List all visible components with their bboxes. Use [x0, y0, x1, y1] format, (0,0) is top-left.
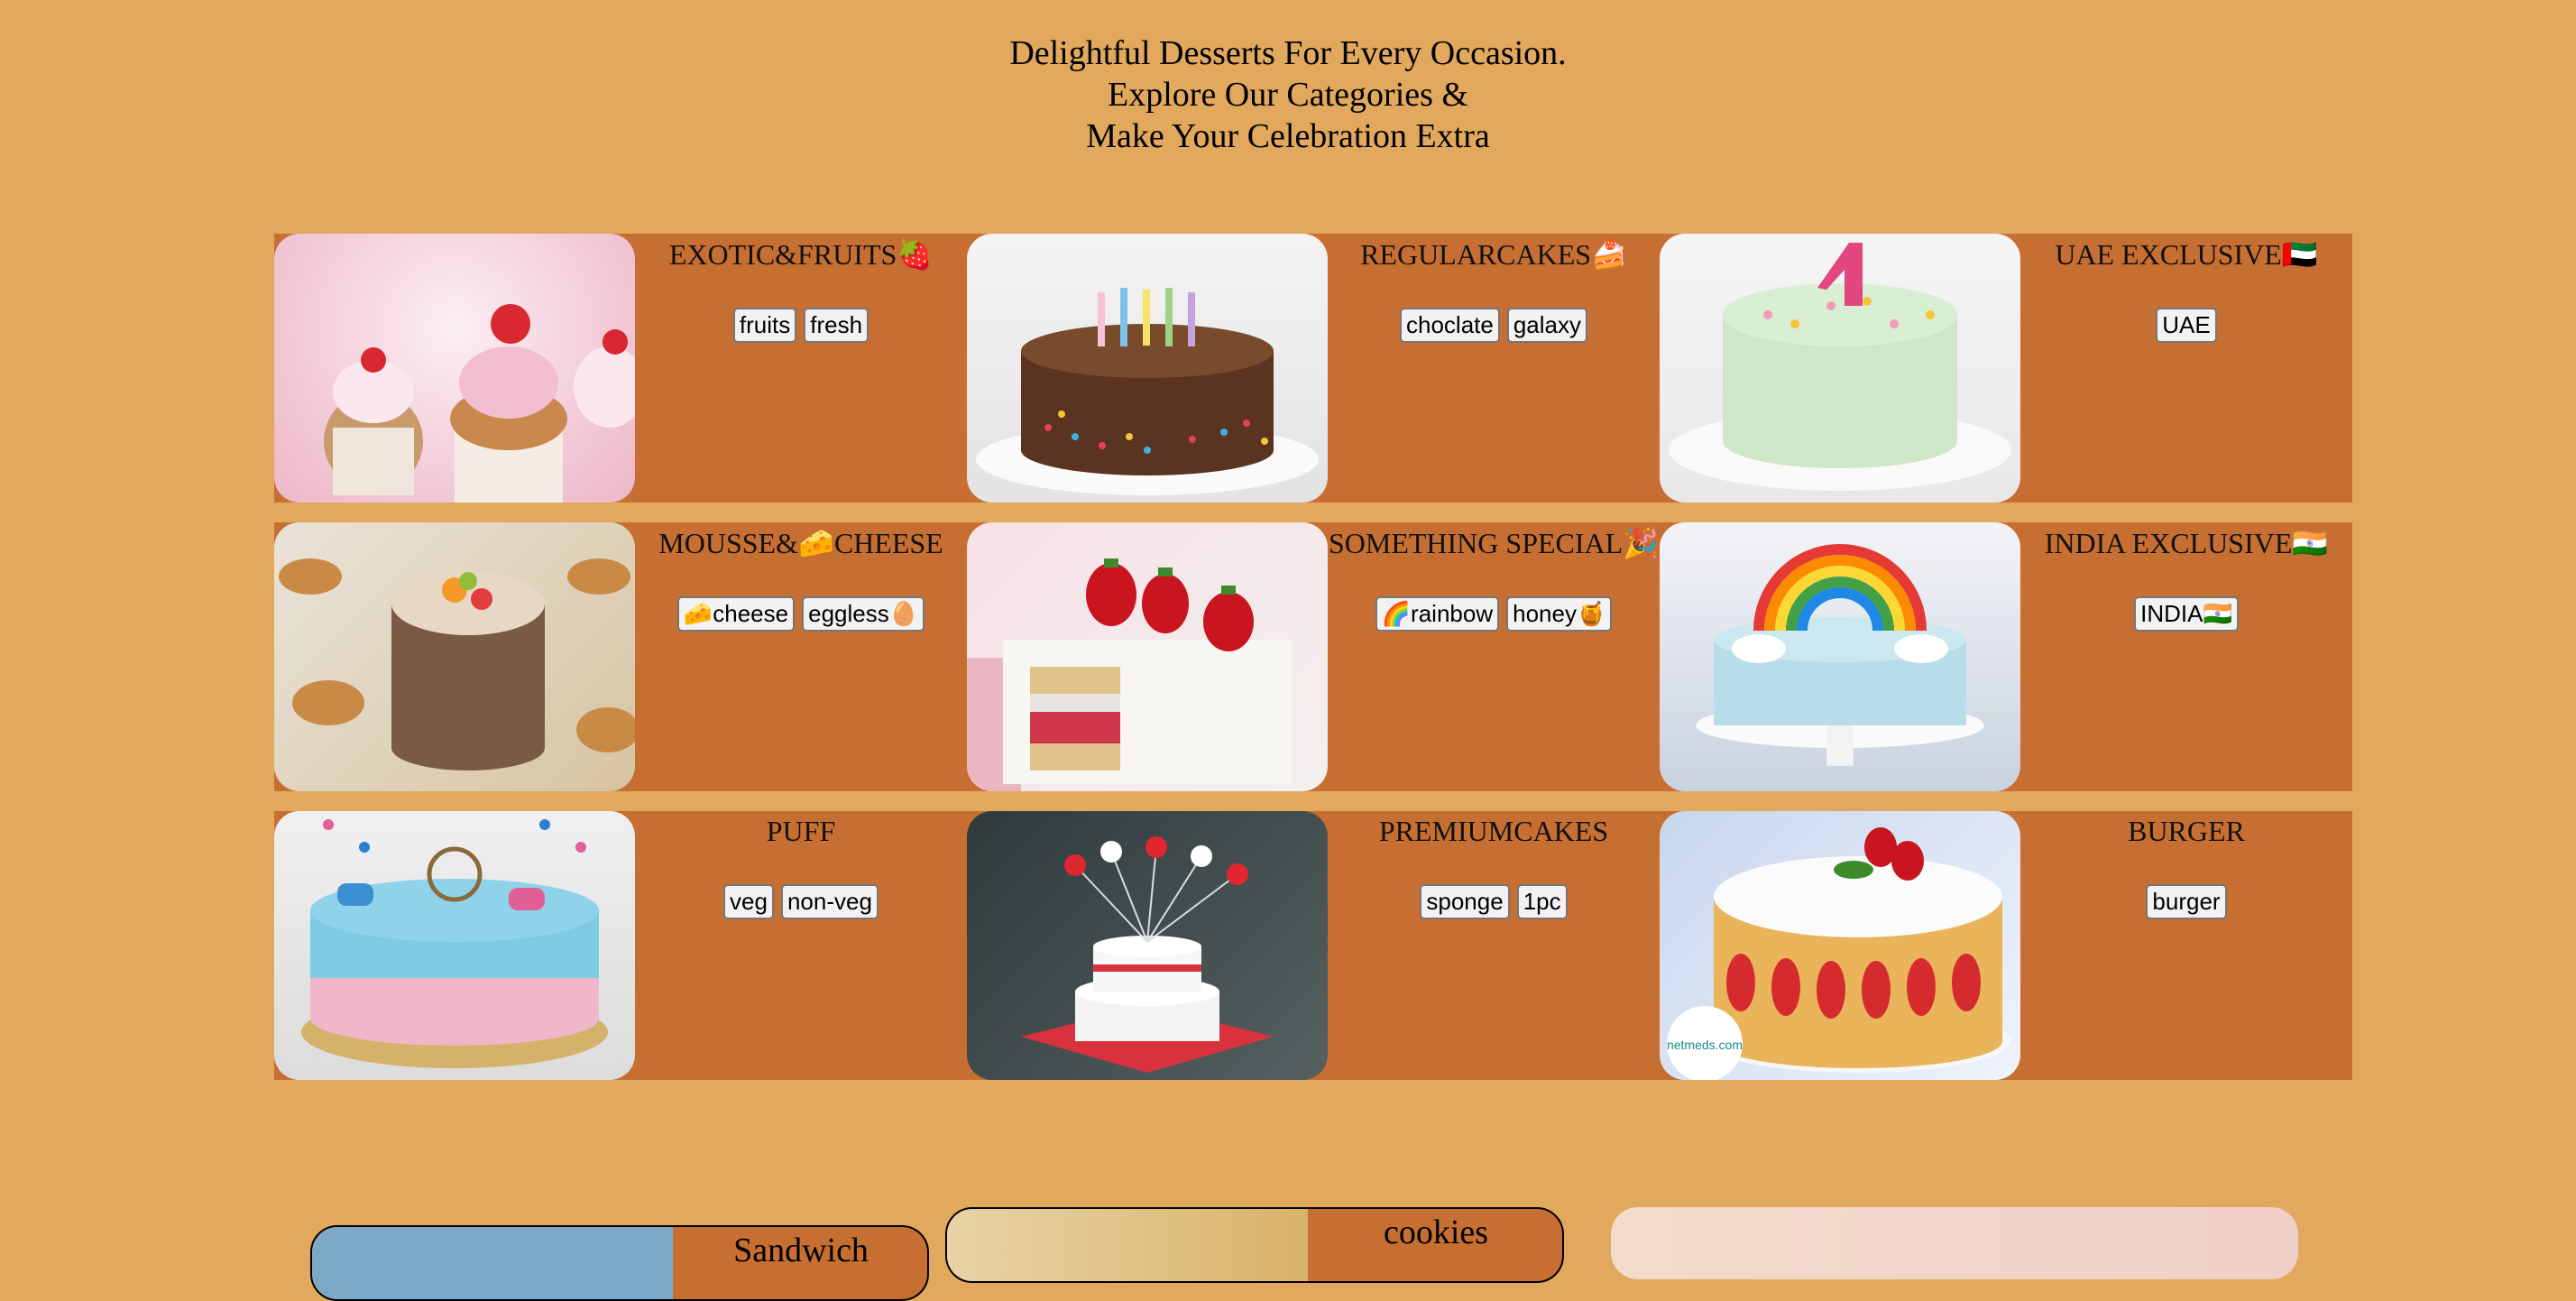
hero-line-2: Explore Our Categories & — [1108, 76, 1468, 114]
tag-button-galaxy[interactable]: galaxy — [1506, 308, 1587, 343]
hero-heading: Delightful Desserts For Every Occasion. … — [0, 32, 2576, 157]
category-info: SOMETHING SPECIAL🎉 🌈rainbow honey🍯 — [1328, 522, 1660, 791]
category-title: PREMIUMCAKES — [1378, 815, 1609, 847]
cookies-image — [947, 1209, 1308, 1281]
category-info: PREMIUMCAKES sponge 1pc — [1328, 811, 1660, 1080]
pastry-platter-image — [274, 522, 635, 791]
product-card-cookies[interactable]: cookies — [945, 1207, 1564, 1283]
category-grid: EXOTIC&FRUITS🍓 fruits fresh REGULARCAKES… — [274, 234, 2352, 1100]
tag-button-rainbow[interactable]: 🌈rainbow — [1375, 596, 1500, 632]
category-card-premium-cakes[interactable]: PREMIUMCAKES sponge 1pc — [967, 811, 1660, 1080]
category-info: MOUSSE&🧀CHEESE 🧀cheese eggless🥚 — [635, 522, 967, 791]
sandwich-image — [312, 1227, 673, 1299]
hero-line-1: Delightful Desserts For Every Occasion. — [1009, 34, 1567, 72]
tag-button-non-veg[interactable]: non-veg — [780, 884, 879, 919]
category-card-regular-cakes[interactable]: REGULARCAKES🍰 choclate galaxy — [967, 234, 1660, 503]
product-card-third[interactable] — [1611, 1207, 2298, 1279]
chocolate-cake-image — [967, 234, 1328, 503]
category-info: INDIA EXCLUSIVE🇮🇳 INDIA🇮🇳 — [2020, 522, 2352, 791]
tag-button-eggless[interactable]: eggless🥚 — [802, 596, 925, 632]
category-card-burger[interactable]: netmeds.com BURGER burger — [1660, 811, 2352, 1080]
heart-cake-image — [967, 811, 1328, 1080]
category-card-exotic-fruits[interactable]: EXOTIC&FRUITS🍓 fruits fresh — [274, 234, 967, 503]
category-row: PUFF veg non-veg PREMIUMCAKES sponge 1pc… — [274, 811, 2352, 1080]
product-card-title: Sandwich — [733, 1232, 869, 1269]
category-info: BURGER burger — [2020, 811, 2352, 1080]
hero-line-3: Make Your Celebration Extra — [1086, 117, 1490, 155]
tag-button-burger[interactable]: burger — [2146, 884, 2227, 919]
tag-button-uae[interactable]: UAE — [2156, 308, 2217, 343]
tag-button-sponge[interactable]: sponge — [1420, 884, 1510, 919]
product-card-sandwich[interactable]: Sandwich — [310, 1225, 929, 1301]
category-card-india-exclusive[interactable]: INDIA EXCLUSIVE🇮🇳 INDIA🇮🇳 — [1660, 522, 2352, 791]
category-info: EXOTIC&FRUITS🍓 fruits fresh — [635, 234, 967, 503]
tag-button-choclate[interactable]: choclate — [1400, 308, 1500, 343]
category-title: EXOTIC&FRUITS🍓 — [668, 238, 934, 271]
category-title: INDIA EXCLUSIVE🇮🇳 — [2044, 527, 2329, 559]
tag-button-1pc[interactable]: 1pc — [1516, 884, 1568, 919]
category-title: MOUSSE&🧀CHEESE — [658, 527, 943, 559]
category-card-puff[interactable]: PUFF veg non-veg — [274, 811, 967, 1080]
category-title: SOMETHING SPECIAL🎉 — [1328, 527, 1660, 559]
category-info: UAE EXCLUSIVE🇦🇪 UAE — [2020, 234, 2352, 503]
netmeds-logo: netmeds.com — [1667, 1038, 1743, 1052]
tag-button-honey[interactable]: honey🍯 — [1506, 596, 1613, 632]
category-card-mousse-cheese[interactable]: MOUSSE&🧀CHEESE 🧀cheese eggless🥚 — [274, 522, 967, 791]
cupcakes-image — [274, 234, 635, 503]
tag-button-fruits[interactable]: fruits — [732, 308, 797, 343]
tag-button-cheese[interactable]: 🧀cheese — [676, 596, 796, 632]
product-card-title: cookies — [1383, 1213, 1489, 1251]
strawberry-sponge-cake-image: netmeds.com — [1660, 811, 2020, 1080]
category-info: PUFF veg non-veg — [635, 811, 967, 1080]
baby-shower-cake-image — [274, 811, 635, 1080]
strawberry-cake-image — [967, 522, 1328, 791]
category-row: EXOTIC&FRUITS🍓 fruits fresh REGULARCAKES… — [274, 234, 2352, 503]
tag-button-fresh[interactable]: fresh — [804, 308, 869, 343]
category-title: PUFF — [766, 815, 836, 847]
category-title: REGULARCAKES🍰 — [1360, 238, 1627, 271]
birthday-cake-image — [1660, 234, 2020, 503]
rainbow-cake-image — [1660, 522, 2020, 791]
category-row: MOUSSE&🧀CHEESE 🧀cheese eggless🥚 SOMETHIN… — [274, 522, 2352, 791]
category-title: UAE EXCLUSIVE🇦🇪 — [2055, 238, 2318, 271]
tag-button-india[interactable]: INDIA🇮🇳 — [2134, 596, 2239, 632]
category-card-uae-exclusive[interactable]: UAE EXCLUSIVE🇦🇪 UAE — [1660, 234, 2352, 503]
category-title: BURGER — [2128, 815, 2245, 847]
category-info: REGULARCAKES🍰 choclate galaxy — [1328, 234, 1660, 503]
tag-button-veg[interactable]: veg — [723, 884, 774, 919]
category-card-something-special[interactable]: SOMETHING SPECIAL🎉 🌈rainbow honey🍯 — [967, 522, 1660, 791]
